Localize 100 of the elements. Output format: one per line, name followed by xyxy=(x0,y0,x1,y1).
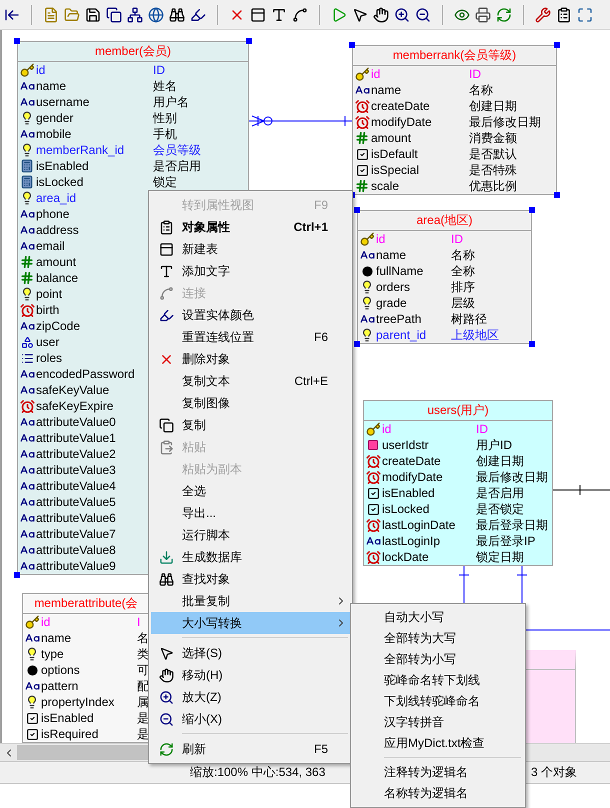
field-comment: 锁定 xyxy=(153,174,178,190)
entity-table[interactable]: memberattribute(会 id I name 名 type 类 options 可 pattern 配 propertyIndex 属 isEnabled 是 isRequired 是 xyxy=(22,593,150,743)
menu-item[interactable]: 复制 xyxy=(151,414,350,436)
field-comment: 是否启用 xyxy=(153,158,202,174)
exit-icon[interactable] xyxy=(4,6,20,22)
zoom-in-icon[interactable] xyxy=(394,6,410,22)
field-comment: ID xyxy=(153,62,166,78)
hand-icon[interactable] xyxy=(373,6,389,22)
entity-table[interactable]: memberrank(会员等级) id ID name 名称 createDate 创建日期 modifyDate 最后修改日期 amount 消费金额 isDefault 是否默认 isSpecial 是否特殊 scale 优惠比例 xyxy=(352,45,557,195)
field-name: fullName xyxy=(376,263,424,279)
menu-item[interactable]: 删除对象 xyxy=(151,348,350,370)
menu-item[interactable]: 名称转为逻辑名 xyxy=(353,783,523,804)
field-name: username xyxy=(36,94,90,110)
properties-icon[interactable] xyxy=(556,6,572,22)
binoculars-icon[interactable] xyxy=(169,6,185,22)
menu-item[interactable]: 批量复制 xyxy=(151,590,350,612)
menu-item[interactable]: 全选 xyxy=(151,480,350,502)
field-name: attributeValue7 xyxy=(36,526,117,542)
menu-item[interactable]: 缩小(X) xyxy=(151,708,350,730)
menu-item[interactable]: 生成数据库 xyxy=(151,546,350,568)
entity-table[interactable]: area(地区) id ID name 名称 fullName 全称 orders 排序 grade 层级 treePath 树路径 parent_id 上级地区 xyxy=(357,210,532,344)
selection-handle[interactable] xyxy=(354,207,360,213)
zoom-in-icon xyxy=(159,690,174,704)
field-comment: 消费金额 xyxy=(469,130,518,146)
highlighter-icon xyxy=(159,308,174,322)
menu-item[interactable]: 刷新 F5 xyxy=(151,738,350,760)
selection-handle[interactable] xyxy=(349,42,355,48)
selection-handle[interactable] xyxy=(246,38,252,44)
selection-handle[interactable] xyxy=(14,38,20,44)
field-name: gender xyxy=(36,110,74,126)
menu-item[interactable]: 全部转为大写 xyxy=(353,628,523,649)
play-icon[interactable] xyxy=(331,6,347,22)
eye-icon[interactable] xyxy=(454,6,470,22)
menu-item[interactable]: 全部转为小写 xyxy=(353,649,523,670)
printer-icon[interactable] xyxy=(475,6,491,22)
field-name: lastLoginIp xyxy=(382,533,442,549)
wrench-icon[interactable] xyxy=(535,6,551,22)
folder-icon[interactable] xyxy=(64,6,80,22)
selection-handle[interactable] xyxy=(14,572,20,578)
selection-handle[interactable] xyxy=(354,341,360,347)
field-comment: 上级地区 xyxy=(451,327,500,343)
fit-icon[interactable] xyxy=(577,6,593,22)
menu-item[interactable]: 复制图像 xyxy=(151,392,350,414)
checkbox-icon xyxy=(26,728,38,740)
properties-icon xyxy=(159,220,174,234)
selection-handle[interactable] xyxy=(529,341,535,347)
save-icon[interactable] xyxy=(85,6,101,22)
clock-icon xyxy=(20,302,34,318)
field-comment: 会员等级 xyxy=(153,142,202,158)
pointer-icon[interactable] xyxy=(352,6,368,22)
globe-icon[interactable] xyxy=(148,6,164,22)
menu-item[interactable]: 运行脚本 xyxy=(151,524,350,546)
field-comment: 优惠比例 xyxy=(469,178,518,194)
key-icon xyxy=(354,66,370,82)
copy-icon[interactable] xyxy=(106,6,122,22)
field-name: attributeValue2 xyxy=(36,446,117,462)
highlighter-icon[interactable] xyxy=(190,6,206,22)
refresh-icon[interactable] xyxy=(496,6,512,22)
hash-icon xyxy=(20,271,34,285)
menu-item[interactable]: 导出... xyxy=(151,502,350,524)
menu-item[interactable]: 大小写转换 xyxy=(151,612,350,634)
text-icon[interactable] xyxy=(271,6,287,22)
field-comment: 性别 xyxy=(153,110,178,126)
menu-item[interactable]: 下划线转驼峰命名 xyxy=(353,691,523,712)
menu-item[interactable]: 重置连线位置 F6 xyxy=(151,326,350,348)
tree-icon[interactable] xyxy=(127,6,143,22)
file-icon[interactable] xyxy=(43,6,59,22)
text-icon xyxy=(159,264,174,278)
selection-handle[interactable] xyxy=(554,42,560,48)
entity-table[interactable]: users(用户) id ID userIdstr 用户ID createDate 创建日期 modifyDate 最后修改日期 isEnabled 是否启用 isLocked 是否锁定 lastLoginDate 最后登录日期 lastLoginIp 最后登录IP lockDate 锁定日期 xyxy=(363,400,553,566)
menu-item[interactable]: 驼峰命名转下划线 xyxy=(353,670,523,691)
table-icon[interactable] xyxy=(250,6,266,22)
menu-item[interactable]: 移动(H) xyxy=(151,664,350,686)
field-name: encodedPassword xyxy=(36,366,136,382)
clock-icon xyxy=(366,518,380,532)
field-comment: 配 xyxy=(137,678,149,694)
menu-item[interactable]: 自动大小写 xyxy=(353,607,523,628)
menu-item[interactable]: 查找对象 xyxy=(151,568,350,590)
menu-item[interactable]: 设置实体颜色 xyxy=(151,304,350,326)
connector-icon[interactable] xyxy=(292,6,308,22)
menu-item[interactable]: 对象属性 Ctrl+1 xyxy=(151,216,350,238)
field-name: memberRank_id xyxy=(36,142,126,158)
table-icon xyxy=(159,242,174,256)
zoom-out-icon[interactable] xyxy=(415,6,431,22)
field-name: isLocked xyxy=(382,501,430,517)
bulb-icon xyxy=(25,695,39,709)
zoom-out-icon xyxy=(159,712,174,726)
menu-item[interactable]: 复制文本 Ctrl+E xyxy=(151,370,350,392)
menu-item[interactable]: 应用MyDict.txt检查 xyxy=(353,733,523,754)
selection-handle[interactable] xyxy=(554,192,560,198)
menu-item[interactable]: 添加文字 xyxy=(151,260,350,282)
menu-item[interactable]: 放大(Z) xyxy=(151,686,350,708)
menu-item[interactable]: 汉字转拼音 xyxy=(353,712,523,733)
field-name: attributeValue5 xyxy=(36,494,117,510)
selection-handle[interactable] xyxy=(529,207,535,213)
clock-icon xyxy=(354,114,370,130)
menu-item[interactable]: 注释转为逻辑名 xyxy=(353,762,523,783)
menu-item[interactable]: 选择(S) xyxy=(151,642,350,664)
field-name: propertyIndex xyxy=(41,694,116,710)
menu-item[interactable]: 新建表 xyxy=(151,238,350,260)
